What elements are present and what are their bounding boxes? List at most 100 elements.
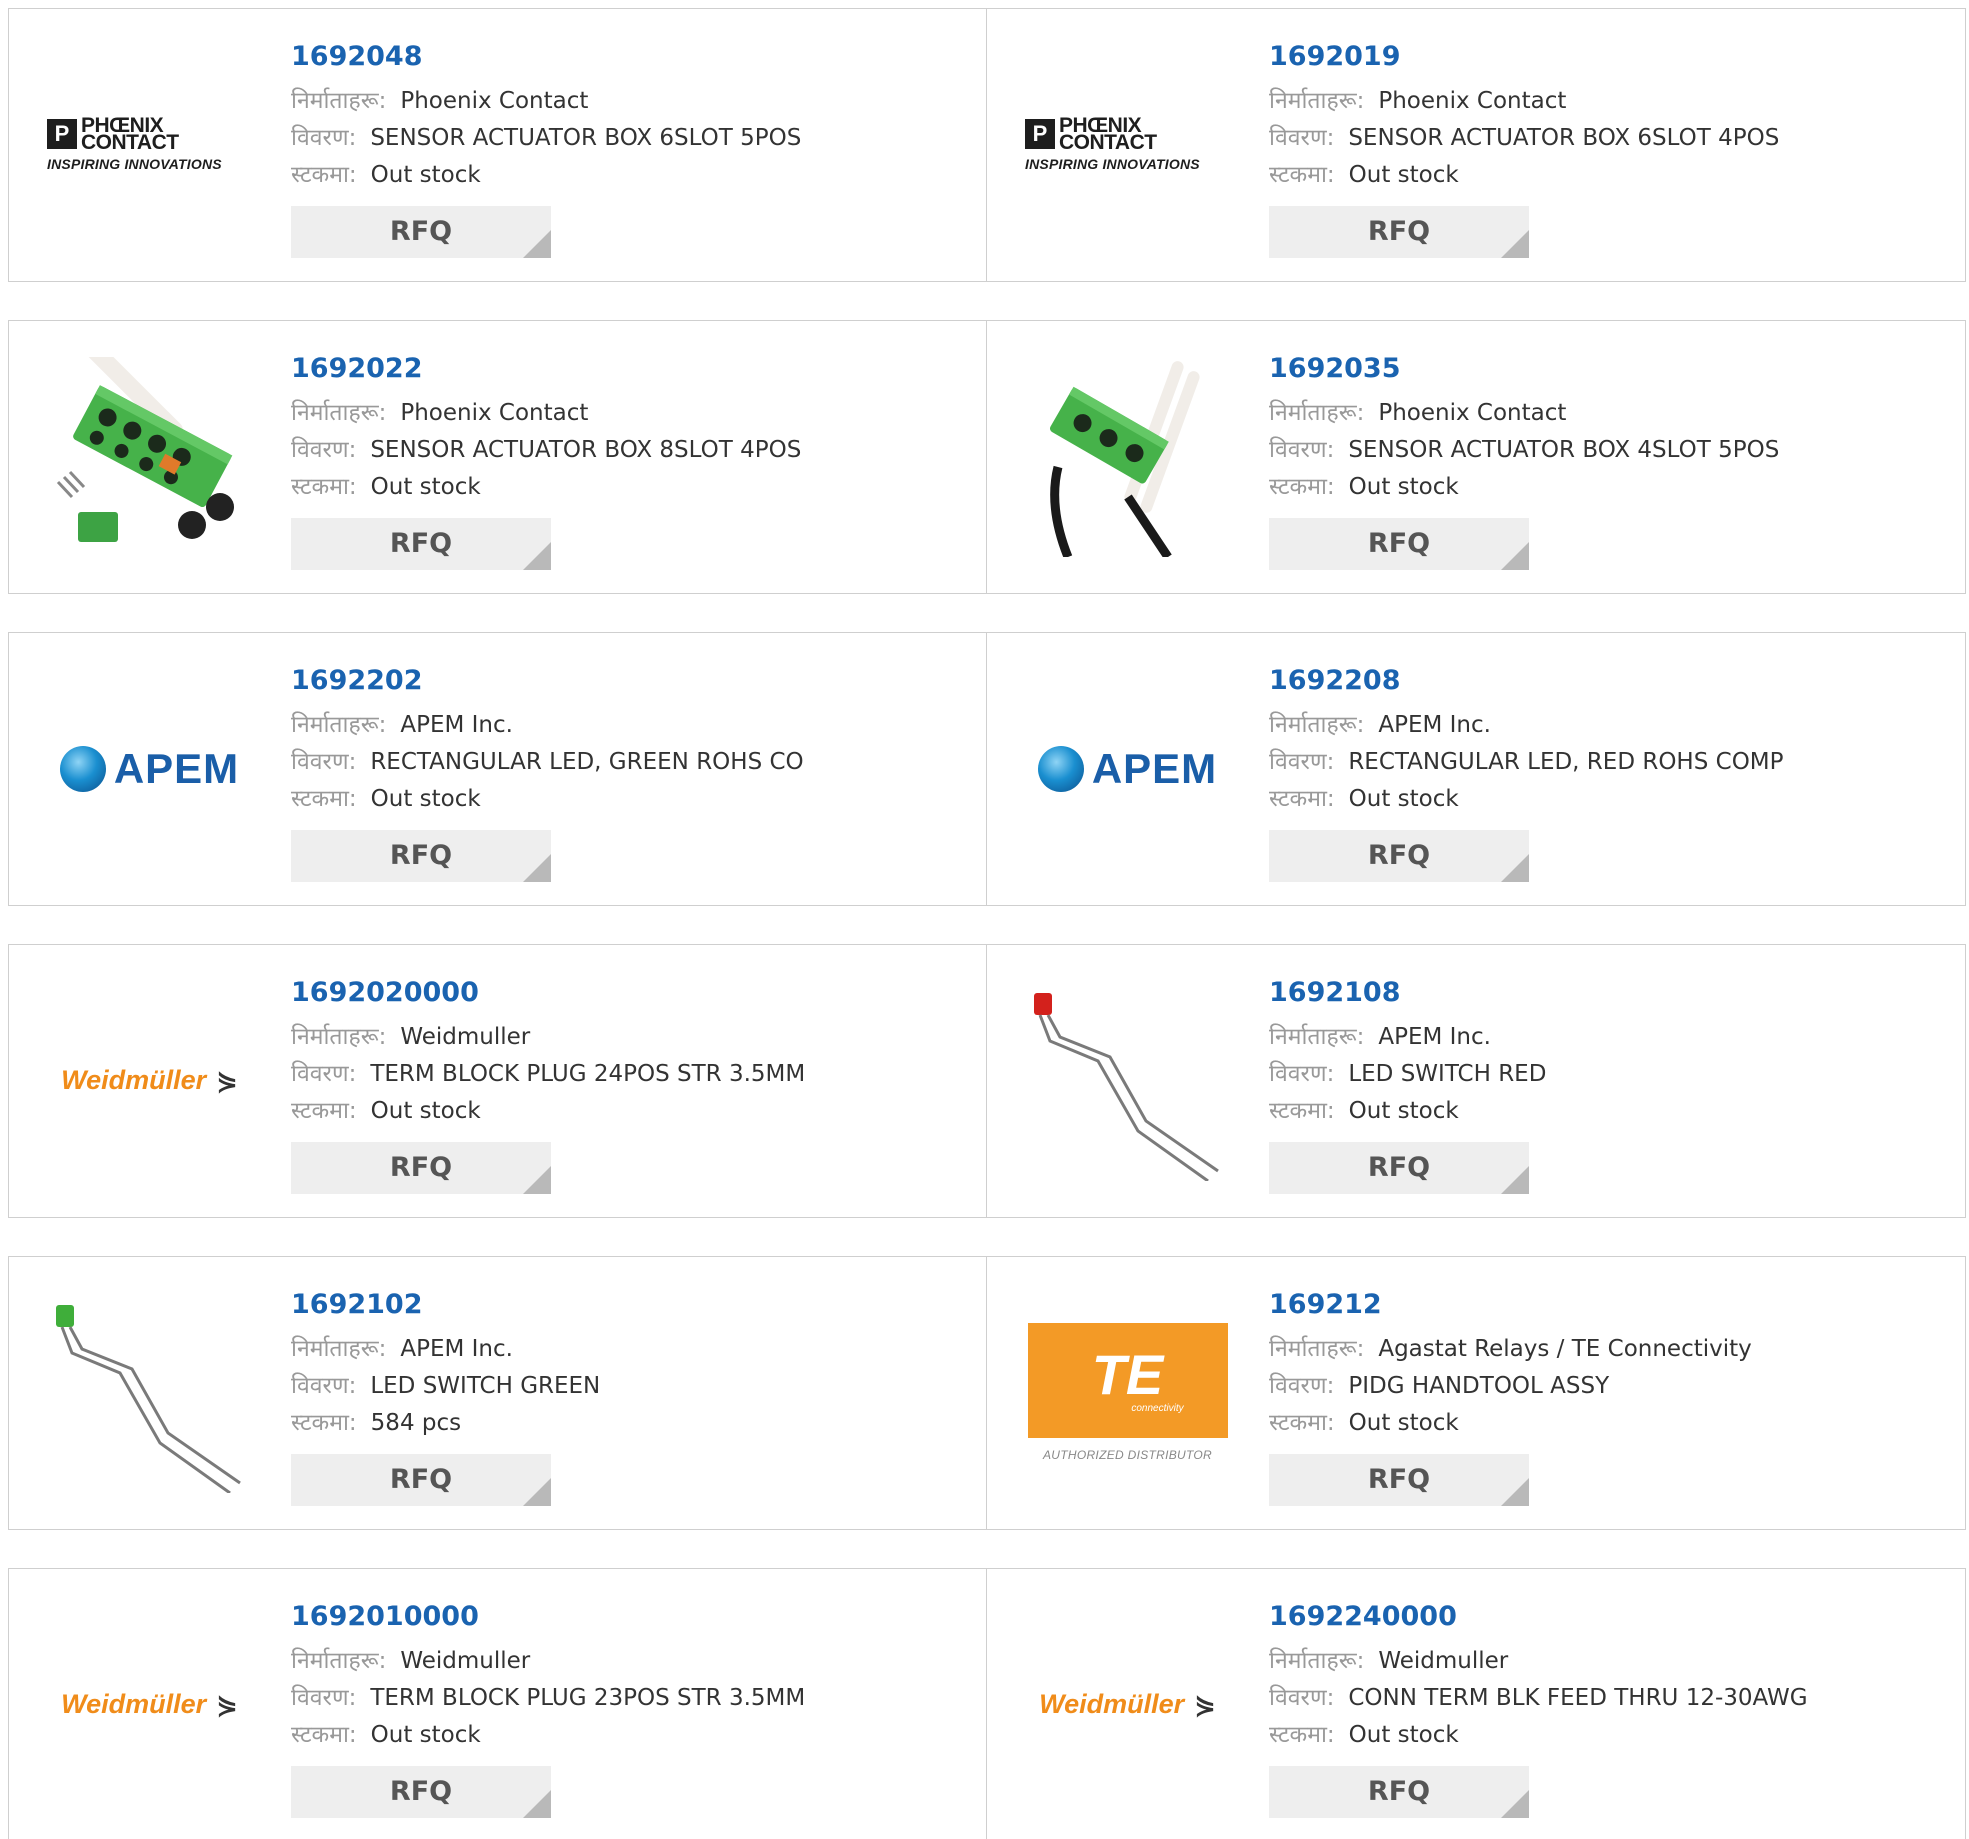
stock-field: स्टकमा: Out stock [291,474,481,500]
manufacturer-value: Phoenix Contact [400,400,589,426]
product-image[interactable] [47,1290,252,1495]
stock-field: स्टकमा: Out stock [1269,1722,1459,1748]
description-field: विवरण: RECTANGULAR LED, GREEN ROHS CO [291,749,804,775]
product-grid-page: { "labels": { "manufacturer": "निर्माताह… [0,0,1969,1839]
product-image[interactable] [47,354,252,559]
description-field: विवरण: SENSOR ACTUATOR BOX 8SLOT 4POS [291,437,802,463]
product-card: 1692102 निर्माताहरू: APEM Inc. विवरण: LED … [8,1256,987,1530]
manufacturer-field: निर्माताहरू: Phoenix Contact [1269,400,1567,426]
manufacturer-value: Weidmuller [400,1648,531,1674]
description-field: विवरण: LED SWITCH RED [1269,1061,1547,1087]
manufacturer-value: APEM Inc. [400,1336,513,1362]
part-number-link[interactable]: 1692048 [291,39,976,75]
sensor-box-8slot-photo [56,356,234,542]
rfq-button[interactable]: RFQ [291,1454,551,1506]
description-field: विवरण: SENSOR ACTUATOR BOX 4SLOT 5POS [1269,437,1780,463]
description-value: TERM BLOCK PLUG 24POS STR 3.5MM [370,1061,806,1087]
product-row: Weidmüller ⋟ 1692020000 निर्माताहरू: Weidm… [8,944,1966,1218]
product-image[interactable]: Weidmüller ⋟ [47,1602,252,1807]
part-number-link[interactable]: 1692208 [1269,663,1955,699]
stock-value: Out stock [370,474,481,500]
rfq-button[interactable]: RFQ [1269,1766,1529,1818]
description-field: विवरण: PIDG HANDTOOL ASSY [1269,1373,1610,1399]
product-card: 1692108 निर्माताहरू: APEM Inc. विवरण: LED … [987,944,1966,1218]
rfq-button[interactable]: RFQ [291,1766,551,1818]
product-image[interactable] [1025,354,1230,559]
stock-field: स्टकमा: 584 pcs [291,1410,462,1436]
rfq-button[interactable]: RFQ [291,518,551,570]
manufacturer-field: निर्माताहरू: Weidmuller [1269,1648,1509,1674]
part-number-link[interactable]: 1692019 [1269,39,1955,75]
rfq-button[interactable]: RFQ [1269,1142,1529,1194]
stock-field: स्टकमा: Out stock [1269,786,1459,812]
description-value: LED SWITCH RED [1348,1061,1547,1087]
red-led-photo [1033,992,1219,1181]
product-row: 1692022 निर्माताहरू: Phoenix Contact विवर… [8,320,1966,594]
description-field: विवरण: CONN TERM BLK FEED THRU 12-30AWG [1269,1685,1808,1711]
part-number-link[interactable]: 1692108 [1269,975,1955,1011]
description-value: SENSOR ACTUATOR BOX 4SLOT 5POS [1348,437,1780,463]
rfq-button[interactable]: RFQ [1269,830,1529,882]
stock-field: स्टकमा: Out stock [1269,1410,1459,1436]
product-image[interactable]: P PHŒNIX CONTACT INSPIRING INNOVATIONS [1025,42,1230,247]
part-number-link[interactable]: 1692020000 [291,975,976,1011]
description-field: विवरण: TERM BLOCK PLUG 23POS STR 3.5MM [291,1685,806,1711]
product-image[interactable]: APEM [47,666,252,871]
part-number-link[interactable]: 1692010000 [291,1599,976,1635]
product-card: Weidmüller ⋟ 1692010000 निर्माताहरू: Weidm… [8,1568,987,1839]
manufacturer-field: निर्माताहरू: APEM Inc. [1269,1024,1491,1050]
part-number-link[interactable]: 1692240000 [1269,1599,1955,1635]
rfq-button[interactable]: RFQ [1269,1454,1529,1506]
part-number-link[interactable]: 1692102 [291,1287,976,1323]
product-card: Weidmüller ⋟ 1692240000 निर्माताहरू: Weidm… [987,1568,1966,1839]
part-number-link[interactable]: 1692022 [291,351,976,387]
stock-value: Out stock [370,1098,481,1124]
product-image[interactable]: APEM [1025,666,1230,871]
stock-field: स्टकमा: Out stock [1269,162,1459,188]
rfq-button[interactable]: RFQ [291,830,551,882]
manufacturer-field: निर्माताहरू: Weidmuller [291,1648,531,1674]
description-field: विवरण: RECTANGULAR LED, RED ROHS COMP [1269,749,1784,775]
description-field: विवरण: SENSOR ACTUATOR BOX 6SLOT 4POS [1269,125,1780,151]
product-image[interactable]: Weidmüller ⋟ [1025,1602,1230,1807]
description-field: विवरण: LED SWITCH GREEN [291,1373,601,1399]
stock-field: स्टकमा: Out stock [291,162,481,188]
product-image[interactable] [1025,978,1230,1183]
description-value: LED SWITCH GREEN [370,1373,601,1399]
description-value: RECTANGULAR LED, GREEN ROHS CO [370,749,804,775]
sensor-box-4slot-photo [1049,360,1200,557]
rfq-button[interactable]: RFQ [291,1142,551,1194]
stock-field: स्टकमा: Out stock [1269,1098,1459,1124]
stock-field: स्टकमा: Out stock [291,786,481,812]
weidmuller-logo: Weidmüller ⋟ [61,1065,238,1096]
product-card: P PHŒNIX CONTACT INSPIRING INNOVATIONS 169… [8,8,987,282]
stock-value: Out stock [370,1722,481,1748]
phoenix-contact-logo: P PHŒNIX CONTACT INSPIRING INNOVATIONS [47,114,222,172]
product-card: APEM 1692202 निर्माताहरू: APEM Inc. विवरण… [8,632,987,906]
description-value: RECTANGULAR LED, RED ROHS COMP [1348,749,1784,775]
product-row: P PHŒNIX CONTACT INSPIRING INNOVATIONS 169… [8,8,1966,282]
stock-value: Out stock [1348,1098,1459,1124]
product-row: APEM 1692202 निर्माताहरू: APEM Inc. विवरण… [8,632,1966,906]
rfq-button[interactable]: RFQ [291,206,551,258]
product-card: TE connectivity AUTHORIZED DISTRIBUTOR 1… [987,1256,1966,1530]
stock-field: स्टकमा: Out stock [1269,474,1459,500]
manufacturer-value: Phoenix Contact [1378,400,1567,426]
product-card: APEM 1692208 निर्माताहरू: APEM Inc. विवरण… [987,632,1966,906]
part-number-link[interactable]: 169212 [1269,1287,1955,1323]
part-number-link[interactable]: 1692202 [291,663,976,699]
manufacturer-field: निर्माताहरू: APEM Inc. [291,712,513,738]
manufacturer-field: निर्माताहरू: APEM Inc. [291,1336,513,1362]
product-image[interactable]: P PHŒNIX CONTACT INSPIRING INNOVATIONS [47,42,252,247]
description-value: CONN TERM BLK FEED THRU 12-30AWG [1348,1685,1808,1711]
manufacturer-value: APEM Inc. [400,712,513,738]
stock-value: Out stock [1348,1722,1459,1748]
manufacturer-value: Weidmuller [1378,1648,1509,1674]
rfq-button[interactable]: RFQ [1269,518,1529,570]
part-number-link[interactable]: 1692035 [1269,351,1955,387]
product-card: 1692022 निर्माताहरू: Phoenix Contact विवर… [8,320,987,594]
manufacturer-field: निर्माताहरू: Weidmuller [291,1024,531,1050]
rfq-button[interactable]: RFQ [1269,206,1529,258]
product-image[interactable]: TE connectivity AUTHORIZED DISTRIBUTOR [1025,1290,1230,1495]
product-image[interactable]: Weidmüller ⋟ [47,978,252,1183]
